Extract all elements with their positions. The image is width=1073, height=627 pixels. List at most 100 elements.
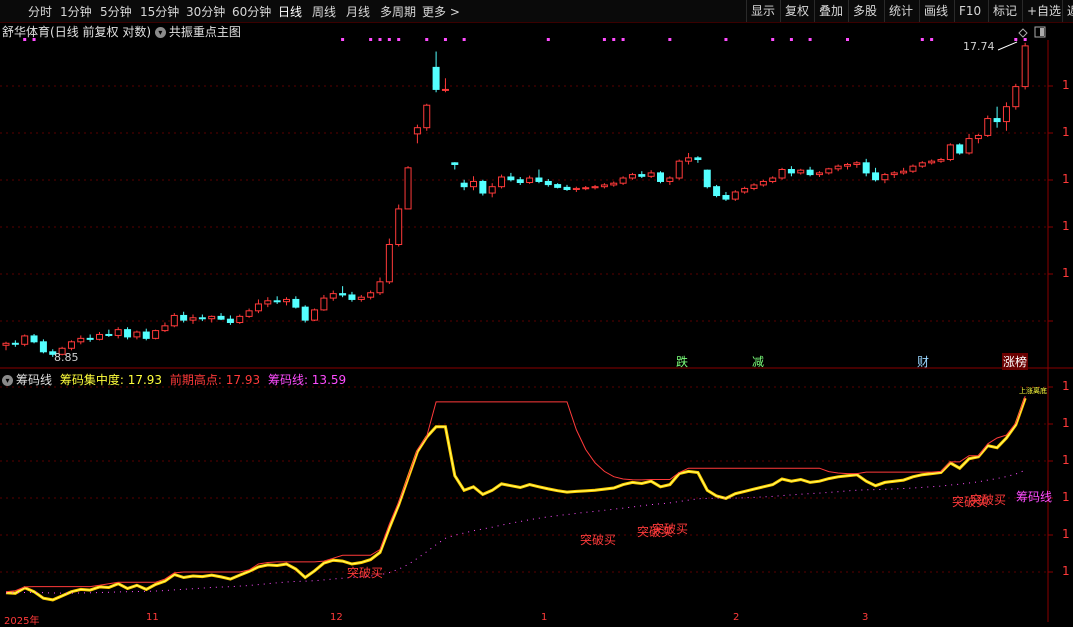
signal-rise-rank: 涨榜	[1002, 353, 1029, 370]
candle-body	[535, 177, 543, 182]
candle-body	[161, 325, 169, 332]
axis-label-1: 1	[1062, 78, 1070, 92]
signal-dot	[397, 38, 401, 41]
candle-body	[619, 177, 627, 184]
candle-body	[1021, 45, 1029, 88]
candle-body	[30, 335, 38, 343]
candle-body	[900, 170, 908, 174]
main-grid	[0, 85, 1048, 322]
candle-body	[283, 298, 290, 303]
prior-high-label: 前期高点:	[169, 373, 226, 387]
candle-body	[675, 160, 683, 179]
panel-controls[interactable]	[1018, 26, 1046, 38]
candle-body	[974, 134, 982, 140]
candle-body	[787, 169, 795, 174]
candle-body	[142, 331, 150, 339]
candle-body	[1002, 106, 1010, 123]
candle-body	[39, 341, 47, 353]
candle-body	[21, 335, 29, 345]
candlesticks	[2, 42, 1029, 357]
signal-dot	[378, 38, 382, 41]
sub-chart-header: ▾ 筹码线 筹码集中度: 17.93 前期高点: 17.93 筹码线: 13.59	[2, 371, 346, 388]
candle-body	[432, 66, 440, 90]
candle-body	[385, 243, 393, 283]
axis-label-4: 1	[1062, 219, 1070, 233]
chip-line	[6, 469, 1026, 594]
chip-line-value: 13.59	[311, 373, 347, 387]
candle-body	[628, 174, 636, 179]
candle-body	[563, 186, 571, 190]
candle-body	[105, 333, 113, 336]
candle-body	[918, 162, 926, 167]
axis-label-8: 1	[1062, 453, 1070, 467]
signal-fall: 跌	[676, 355, 689, 369]
candle-body	[367, 292, 375, 298]
kline-chart[interactable]	[0, 0, 1073, 622]
candle-body	[86, 337, 94, 340]
candle-body	[498, 176, 506, 188]
candle-body	[404, 167, 412, 210]
candle-body	[825, 168, 833, 174]
candle-body	[554, 184, 562, 188]
candle-body	[96, 333, 103, 340]
candle-body	[544, 180, 552, 186]
axis-label-3: 1	[1062, 172, 1070, 186]
candle-body	[470, 180, 477, 188]
breakout-buy-2: 突破买	[580, 533, 617, 547]
candle-body	[301, 306, 309, 321]
x-label-nov: 11	[146, 612, 159, 623]
signal-reduce: 减	[752, 355, 765, 369]
x-label-jan: 1	[541, 612, 548, 623]
candle-body	[460, 182, 468, 188]
x-label-dec: 12	[330, 612, 343, 623]
candle-body	[441, 88, 449, 91]
candle-body	[750, 184, 758, 189]
candle-body	[582, 187, 590, 190]
top-tag-label: 上涨离底	[1019, 387, 1047, 395]
candle-body	[600, 184, 608, 188]
x-label-year: 2025年	[4, 616, 40, 627]
candle-body	[124, 329, 132, 338]
candle-body	[844, 163, 851, 167]
candle-body	[703, 169, 711, 188]
candle-body	[853, 162, 861, 165]
candle-body	[834, 165, 842, 170]
breakout-buy-1: 突破买	[347, 566, 384, 580]
x-label-mar: 3	[862, 612, 869, 623]
candle-body	[694, 157, 702, 161]
candle-body	[638, 174, 646, 177]
axis-label-7: 1	[1062, 416, 1070, 430]
candle-body	[713, 186, 721, 197]
breakout-buy-6: 突破买	[970, 493, 1007, 507]
signal-dot	[789, 38, 793, 41]
candle-body	[778, 169, 786, 179]
candle-body	[236, 315, 244, 323]
candle-body	[245, 310, 253, 317]
signal-dot	[369, 38, 373, 41]
candle-body	[666, 177, 674, 182]
candle-body	[657, 172, 664, 182]
candle-body	[965, 138, 973, 154]
high-price-label: 17.74	[963, 40, 995, 53]
candle-body	[348, 294, 356, 300]
signal-dot	[808, 38, 812, 41]
sub-grid	[0, 386, 1048, 573]
low-price-label: 8.85	[54, 351, 79, 364]
signal-dot	[771, 38, 775, 41]
candle-body	[292, 298, 300, 308]
candle-body	[881, 174, 889, 181]
candle-body	[759, 180, 767, 186]
candle-body	[376, 281, 384, 294]
candle-body	[862, 162, 870, 174]
chip-concentration-value: 17.93	[127, 373, 163, 387]
sub-indicator-dropdown-icon[interactable]: ▾	[2, 375, 13, 386]
candle-body	[479, 180, 487, 194]
candle-body	[815, 172, 823, 176]
signal-dot	[612, 38, 616, 41]
candle-body	[423, 104, 431, 129]
candle-body	[77, 337, 85, 343]
candle-body	[180, 314, 188, 321]
sub-indicator-name[interactable]: 筹码线	[16, 373, 52, 387]
prior-high-value: 17.93	[225, 373, 261, 387]
diamond-icon[interactable]	[1018, 28, 1028, 38]
